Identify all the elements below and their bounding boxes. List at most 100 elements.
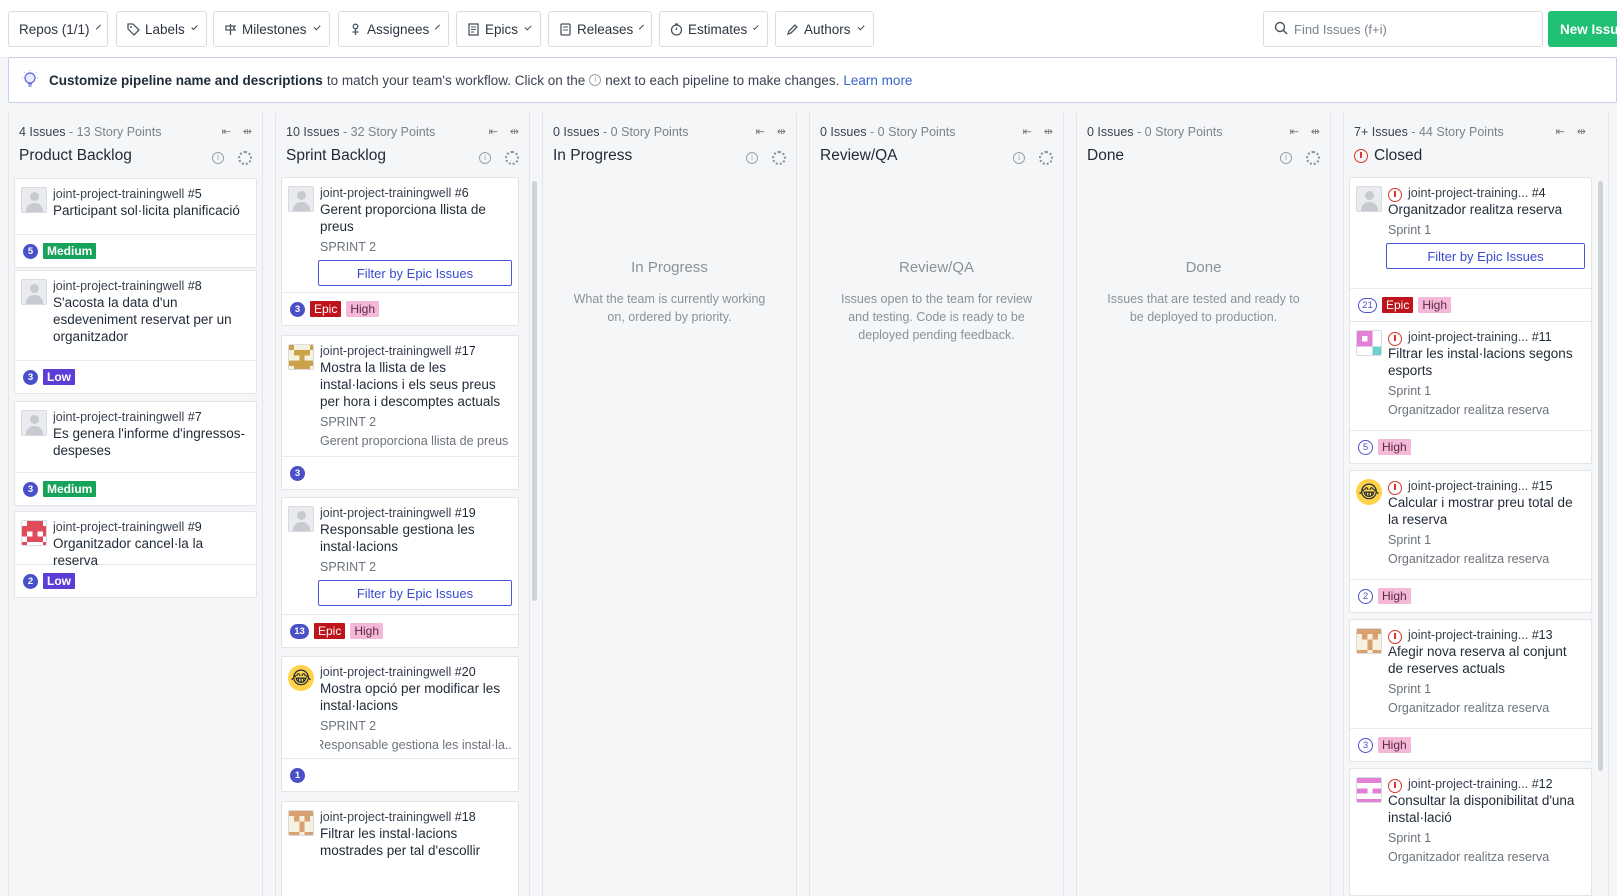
- pin-icon[interactable]: ⇹: [777, 125, 786, 138]
- issue-card[interactable]: joint-project-trainingwell #17 Mostra la…: [281, 335, 519, 490]
- avatar: [21, 410, 47, 436]
- issue-title: Filtrar les instal·lacions segons esport…: [1388, 346, 1573, 378]
- pin-icon[interactable]: ⇹: [1044, 125, 1053, 138]
- pipeline-meta: 0 Issues - 0 Story Points: [553, 125, 786, 139]
- learn-more-link[interactable]: Learn more: [843, 73, 912, 88]
- milestones-filter-button[interactable]: Milestones: [213, 11, 330, 47]
- pipeline-info-icon[interactable]: i: [1280, 152, 1292, 164]
- card-footer: 3 Epic High: [282, 292, 518, 325]
- issue-number: #13: [1531, 628, 1553, 642]
- estimate-badge: 2: [1358, 588, 1373, 604]
- issue-card[interactable]: joint-project-trainingwell #18 Filtrar l…: [281, 801, 519, 896]
- priority-label[interactable]: Medium: [43, 481, 97, 497]
- priority-label[interactable]: High: [1378, 439, 1411, 455]
- epics-filter-button[interactable]: Epics: [456, 11, 541, 47]
- estimate-badge: 13: [290, 623, 309, 639]
- gear-icon[interactable]: [1039, 151, 1053, 165]
- scrollbar[interactable]: [532, 181, 537, 601]
- priority-label[interactable]: Low: [43, 573, 75, 589]
- issue-title: Es genera l'informe d'ingressos-despeses: [53, 426, 245, 458]
- issue-repo: joint-project-trainingwell #17: [320, 344, 476, 358]
- gear-icon[interactable]: [772, 151, 786, 165]
- labels-filter-button[interactable]: Labels: [116, 11, 207, 47]
- pin-icon[interactable]: ⇹: [510, 125, 519, 138]
- new-issue-button[interactable]: New Issue: [1548, 11, 1617, 47]
- pipeline-review-qa: 0 Issues - 0 Story Points Review/QA ⇤ ⇹ i…: [809, 113, 1064, 896]
- card-footer: 3 Medium: [15, 472, 256, 505]
- avatar: [288, 810, 314, 836]
- collapse-icon[interactable]: ⇤: [1556, 125, 1565, 138]
- assignees-filter-button[interactable]: Assignees: [338, 11, 449, 47]
- pipeline-header: 0 Issues - 0 Story Points Done ⇤ ⇹ i: [1077, 113, 1330, 175]
- scrollbar[interactable]: [1598, 181, 1603, 771]
- epic-label[interactable]: Epic: [314, 623, 346, 639]
- estimates-filter-button[interactable]: Estimates: [659, 11, 768, 47]
- pin-icon[interactable]: ⇹: [1577, 125, 1586, 138]
- parent-epic-line: ☰Responsable gestiona les instal·la...: [320, 737, 512, 752]
- gear-icon[interactable]: [1306, 151, 1320, 165]
- epic-label[interactable]: Epic: [1382, 297, 1414, 313]
- epic-label[interactable]: Epic: [310, 301, 342, 317]
- pipeline-header: 4 Issues - 13 Story Points Product Backl…: [9, 113, 262, 175]
- authors-filter-button[interactable]: Authors: [775, 11, 874, 47]
- issue-card[interactable]: 😂 joint-project-trainingwell #20 Mostra …: [281, 656, 519, 792]
- pipeline-title: Closed: [1354, 147, 1598, 165]
- collapse-icon[interactable]: ⇤: [1290, 125, 1299, 138]
- issue-card[interactable]: joint-project-trainingwell #9 Organitzad…: [14, 511, 257, 598]
- collapse-icon[interactable]: ⇤: [1023, 125, 1032, 138]
- priority-label[interactable]: High: [346, 301, 380, 317]
- repos-filter-label: Repos (1/1): [19, 21, 90, 37]
- filter-epic-button[interactable]: Filter by Epic Issues: [318, 260, 512, 286]
- pipeline-meta: 0 Issues - 0 Story Points: [820, 125, 1053, 139]
- estimates-filter-label: Estimates: [688, 21, 748, 37]
- issue-count: 0 Issues: [553, 125, 600, 139]
- toolbar: Repos (1/1) Labels Milestones Assignees …: [0, 0, 1617, 58]
- filter-epic-button[interactable]: Filter by Epic Issues: [1386, 243, 1585, 269]
- priority-label[interactable]: Medium: [43, 243, 97, 259]
- priority-label[interactable]: High: [1378, 737, 1411, 753]
- priority-label[interactable]: High: [1378, 588, 1411, 604]
- issue-card[interactable]: joint-project-training... #12 Consultar …: [1349, 768, 1592, 896]
- issue-card[interactable]: joint-project-training... #11 Filtrar le…: [1349, 321, 1592, 464]
- issue-number: #6: [454, 186, 469, 200]
- issue-repo: joint-project-training... #4: [1408, 186, 1546, 200]
- pipeline-info-icon[interactable]: i: [746, 152, 758, 164]
- issue-title: Gerent proporciona llista de preus: [320, 202, 486, 234]
- issue-card[interactable]: joint-project-trainingwell #6 Gerent pro…: [281, 177, 519, 326]
- parent-epic-line: ☰Organitzador realitza reserva: [1388, 551, 1550, 566]
- gear-icon[interactable]: [238, 151, 252, 165]
- pin-icon[interactable]: ⇹: [1311, 125, 1320, 138]
- collapse-icon[interactable]: ⇤: [489, 125, 498, 138]
- collapse-icon[interactable]: ⇤: [756, 125, 765, 138]
- gear-icon[interactable]: [505, 151, 519, 165]
- collapse-icon[interactable]: ⇤: [222, 125, 231, 138]
- chevron-down-icon: [639, 24, 645, 30]
- priority-label[interactable]: Low: [43, 369, 75, 385]
- issue-count: 0 Issues: [1087, 125, 1134, 139]
- issue-count: 10 Issues: [286, 125, 340, 139]
- issue-card[interactable]: joint-project-training... #4 Organitzado…: [1349, 177, 1592, 322]
- issue-card[interactable]: joint-project-trainingwell #7 Es genera …: [14, 401, 257, 506]
- filter-epic-button[interactable]: Filter by Epic Issues: [318, 580, 512, 606]
- pipeline-info-icon[interactable]: i: [479, 152, 491, 164]
- issue-card[interactable]: joint-project-trainingwell #19 Responsab…: [281, 497, 519, 648]
- issue-card[interactable]: joint-project-trainingwell #5 Participan…: [14, 178, 257, 268]
- pipeline-info-icon[interactable]: i: [1013, 152, 1025, 164]
- issue-repo: joint-project-trainingwell #7: [53, 410, 202, 424]
- priority-label[interactable]: High: [1418, 297, 1452, 313]
- search-input[interactable]: [1294, 21, 1534, 37]
- pin-icon[interactable]: ⇹: [243, 125, 252, 138]
- releases-filter-button[interactable]: Releases: [548, 11, 652, 47]
- issue-repo: joint-project-trainingwell #9: [53, 520, 202, 534]
- repos-filter-button[interactable]: Repos (1/1): [8, 11, 108, 47]
- empty-description: Issues open to the team for review and t…: [840, 292, 1033, 342]
- issue-card[interactable]: joint-project-training... #13 Afegir nov…: [1349, 619, 1592, 762]
- story-points: - 0 Story Points: [870, 125, 956, 139]
- issue-repo: joint-project-trainingwell #5: [53, 187, 202, 201]
- pipeline-info-icon[interactable]: i: [212, 152, 224, 164]
- search-box[interactable]: [1263, 11, 1543, 47]
- issue-card[interactable]: 😂 joint-project-training... #15 Calcular…: [1349, 470, 1592, 613]
- issue-card[interactable]: joint-project-trainingwell #8 S'acosta l…: [14, 270, 257, 394]
- priority-label[interactable]: High: [350, 623, 384, 639]
- pencil-icon: [786, 23, 799, 36]
